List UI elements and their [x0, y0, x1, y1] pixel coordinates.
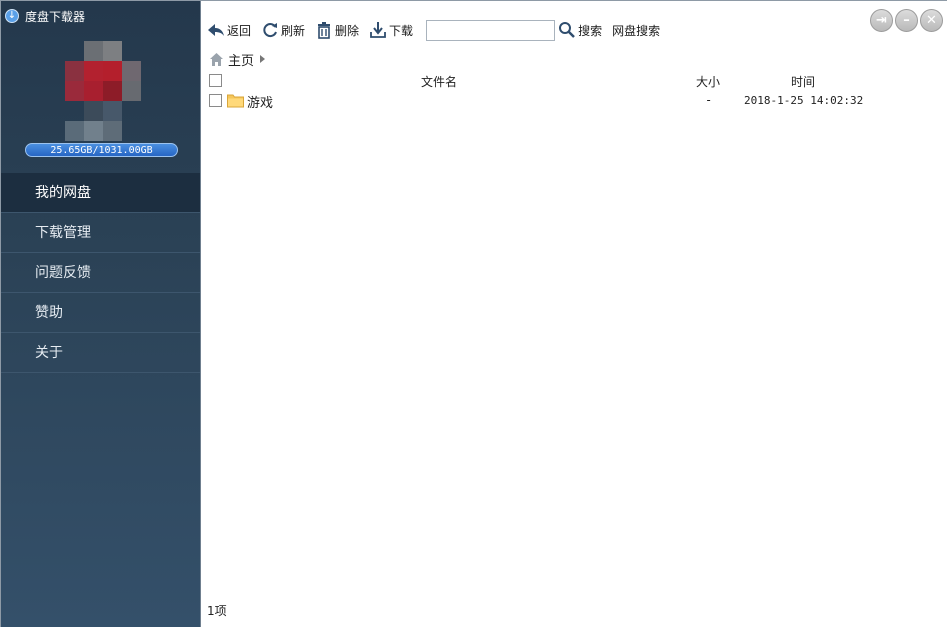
- back-arrow-icon: [208, 24, 224, 36]
- download-arrow-icon: ↓: [5, 9, 19, 23]
- sidebar: ↓ 度盘下载器 25.65GB/1031.00GB 我的网盘 下载管理 问题反馈: [1, 1, 200, 627]
- search-input[interactable]: [426, 19, 556, 41]
- search-label: 搜索: [578, 23, 603, 38]
- folder-icon: [227, 94, 244, 108]
- app-title: 度盘下载器: [25, 9, 86, 24]
- minimize-icon: –: [903, 13, 910, 28]
- breadcrumb-home[interactable]: 主页: [228, 50, 254, 69]
- logout-icon: ⇥: [876, 13, 887, 28]
- search-button[interactable]: 搜索: [558, 21, 602, 39]
- breadcrumb: 主页: [209, 50, 266, 69]
- file-name[interactable]: 游戏: [247, 92, 273, 111]
- avatar[interactable]: [65, 41, 141, 141]
- delete-label: 删除: [335, 23, 360, 38]
- search-icon: [559, 22, 575, 38]
- home-icon: [210, 52, 223, 66]
- refresh-button[interactable]: 刷新: [261, 21, 305, 39]
- status-count: 1项: [207, 604, 227, 618]
- download-button[interactable]: 下载: [369, 21, 413, 39]
- main-panel: 返回 刷新 删除 下载 搜索 网盘搜索 ⇥ – ✕ 主页 文件名 大小 时间 游…: [200, 1, 947, 627]
- netdisk-search-button[interactable]: 网盘搜索: [612, 22, 660, 39]
- sidebar-nav: 我的网盘 下载管理 问题反馈 赞助 关于: [1, 173, 200, 373]
- refresh-label: 刷新: [281, 23, 306, 38]
- sidebar-item-sponsor[interactable]: 赞助: [1, 293, 200, 333]
- delete-button[interactable]: 删除: [315, 21, 359, 39]
- sidebar-item-feedback[interactable]: 问题反馈: [1, 253, 200, 293]
- select-all-checkbox[interactable]: [209, 74, 222, 87]
- column-header-size[interactable]: 大小: [696, 73, 720, 90]
- netdisk-search-label: 网盘搜索: [612, 23, 661, 38]
- table-header: 文件名 大小 时间: [209, 71, 944, 91]
- toolbar: 返回 刷新 删除 下载 搜索 网盘搜索: [201, 17, 947, 43]
- logout-button[interactable]: ⇥: [870, 9, 893, 32]
- sidebar-item-about[interactable]: 关于: [1, 333, 200, 373]
- sidebar-item-download-manager[interactable]: 下载管理: [1, 213, 200, 253]
- column-header-name[interactable]: 文件名: [421, 73, 457, 90]
- column-header-time[interactable]: 时间: [791, 73, 815, 90]
- quota-bar: 25.65GB/1031.00GB: [25, 143, 178, 157]
- file-table: 文件名 大小 时间 游戏 - 2018-1-25 14:02:32: [209, 71, 944, 111]
- back-button[interactable]: 返回: [207, 21, 251, 39]
- table-row[interactable]: 游戏 - 2018-1-25 14:02:32: [209, 91, 944, 111]
- minimize-button[interactable]: –: [895, 9, 918, 32]
- chevron-right-icon[interactable]: [260, 55, 266, 63]
- app-title-bar: ↓ 度盘下载器: [5, 7, 85, 25]
- back-label: 返回: [227, 23, 252, 38]
- trash-icon: [318, 22, 331, 39]
- window-controls: ⇥ – ✕: [870, 9, 943, 32]
- download-icon: [370, 22, 386, 38]
- app-window: ↓ 度盘下载器 25.65GB/1031.00GB 我的网盘 下载管理 问题反馈: [0, 0, 947, 627]
- download-label: 下载: [389, 23, 414, 38]
- file-time: 2018-1-25 14:02:32: [744, 94, 864, 107]
- close-icon: ✕: [926, 13, 937, 28]
- file-size: -: [705, 93, 713, 107]
- close-button[interactable]: ✕: [920, 9, 943, 32]
- row-checkbox[interactable]: [209, 94, 222, 107]
- refresh-icon: [263, 23, 278, 38]
- sidebar-item-my-netdisk[interactable]: 我的网盘: [1, 173, 200, 213]
